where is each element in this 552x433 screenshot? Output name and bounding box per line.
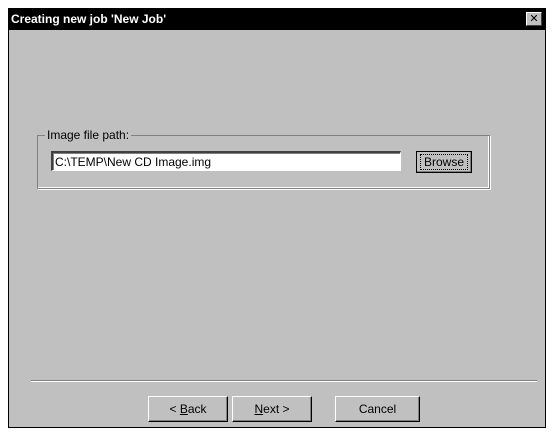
close-button[interactable]: ✕ [526, 12, 542, 26]
cancel-button[interactable]: Cancel [335, 396, 420, 422]
cancel-label: Cancel [358, 402, 397, 416]
next-label-rest: ext [263, 402, 280, 416]
close-icon: ✕ [529, 12, 539, 25]
browse-button-label: Browse [419, 154, 468, 170]
back-button[interactable]: < Back [148, 396, 228, 422]
back-label-rest: ack [187, 402, 207, 416]
next-mnemonic: N [254, 402, 264, 416]
image-path-input[interactable] [51, 151, 401, 171]
back-prefix: < [169, 402, 180, 416]
next-suffix: > [279, 402, 290, 416]
browse-button[interactable]: Browse [416, 151, 472, 173]
image-path-label: Image file path: [45, 128, 132, 142]
next-button[interactable]: Next > [232, 396, 312, 422]
new-job-dialog: Creating new job 'New Job' ✕ Image file … [8, 8, 546, 428]
image-path-group: Image file path: Browse [37, 128, 490, 189]
footer-separator [31, 380, 537, 382]
window-title: Creating new job 'New Job' [11, 12, 167, 26]
back-mnemonic: B [179, 402, 188, 416]
dialog-content: Image file path: Browse < Back Next > Ca… [9, 30, 545, 427]
title-bar[interactable]: Creating new job 'New Job' ✕ [9, 9, 545, 30]
